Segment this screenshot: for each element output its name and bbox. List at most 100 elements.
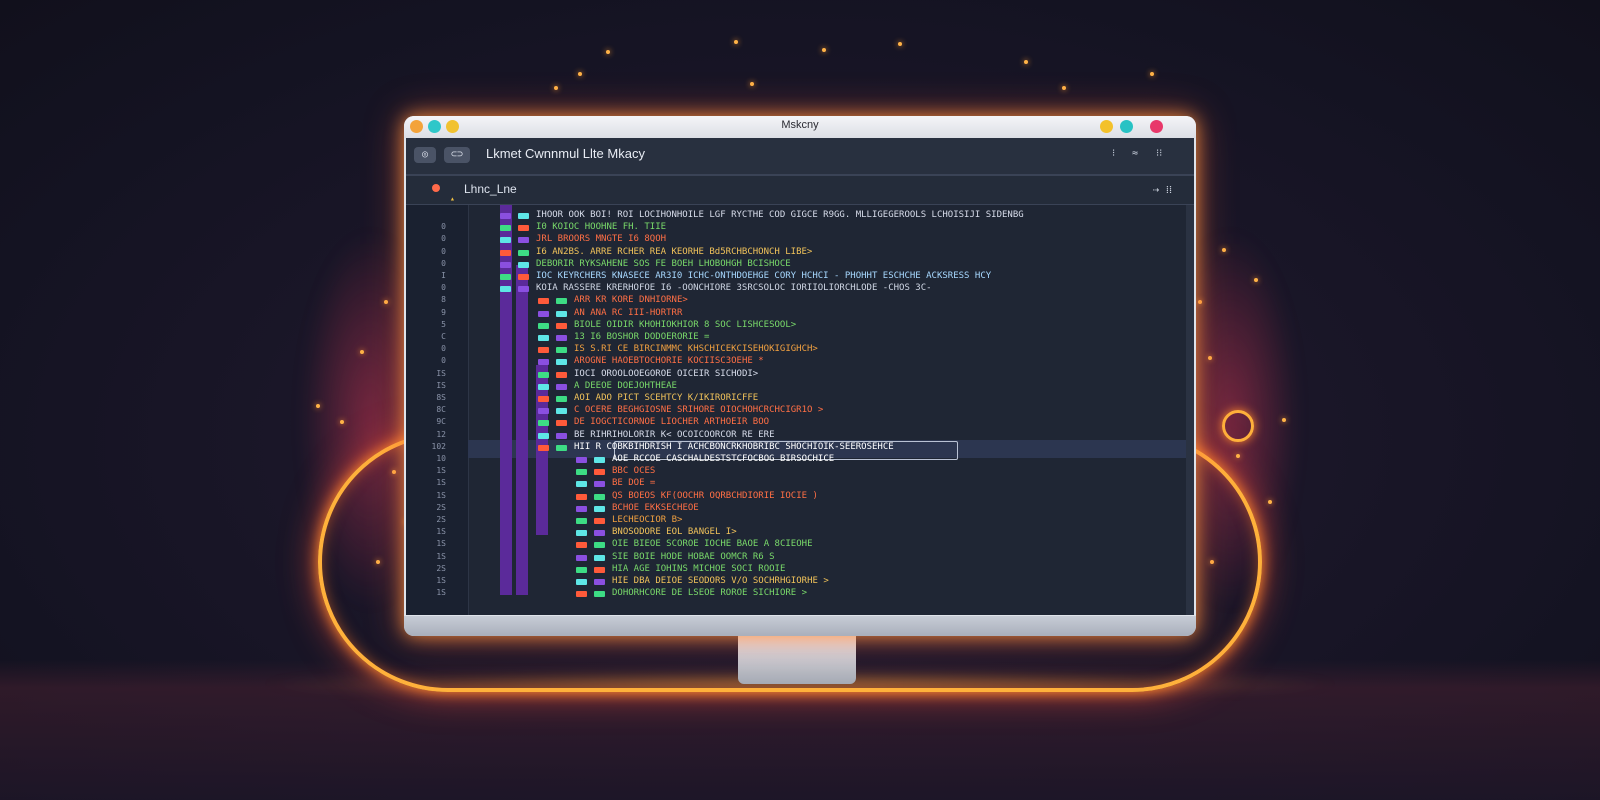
code-line[interactable]: DOHORHCORE DE LSEOE ROROE SICHIORE > [612,588,807,598]
spark-particle [1062,86,1066,90]
code-line[interactable]: AOI ADO PICT SCEHTCY K/IKIRORICFFE [574,393,758,403]
token-chip [538,432,549,439]
token-chip [538,298,549,305]
line-number: 0 [441,283,446,293]
token-chip [556,444,567,451]
indent-guide [516,265,528,595]
spark-particle [1208,356,1212,360]
line-number: 1S [436,551,446,561]
code-line[interactable]: KOIA RASSERE KRERHOFOE I6 -OONCHIORE 3SR… [536,283,932,293]
token-chip [500,225,511,232]
code-line[interactable]: I0 KOIOC HOOHNE FH. TIIE [536,222,666,232]
code-line[interactable]: 13 I6 BOSHOR DODOERORIE = [574,332,709,342]
toolbar-menu-icon[interactable]: ⁝ [1112,148,1115,159]
line-number: 0 [441,258,446,268]
line-number: 8 [441,295,446,305]
token-chip [518,225,529,232]
code-line[interactable]: HII R COBKBIHDRISH I ACHCBONCRKHOBRIBC S… [574,442,894,452]
tab-file[interactable]: Lhnc_Lne [464,182,517,196]
code-line[interactable]: BIOLE OIDIR KHOHIOKHIOR 8 SOC LISHCESOOL… [574,320,796,330]
token-chip [556,347,567,354]
line-number: 2S [436,515,446,524]
token-chip [594,457,605,463]
code-line[interactable]: BNOSODORE EOL BANGEL I> [612,527,737,537]
token-chip [518,274,529,280]
code-line[interactable]: I6 AN2BS. ARRE RCHER REA KEORHE Bd5RCHBC… [536,247,812,257]
toolbar: ◎ ⊂⊃ Lkmet Cwnnmul Llte Mkacy ⁝ ≈ ⁝⁝ [406,138,1194,176]
code-line[interactable]: IS S.RI CE BIRCINMMC KHSCHICEKCISEHOKIGI… [574,344,818,354]
token-chip [500,249,511,256]
line-number: 8S [436,393,446,402]
token-chip [538,322,549,329]
spark-particle [898,42,902,46]
token-chip [576,566,587,573]
token-chip [594,579,605,585]
right-dot-yellow-icon[interactable] [1100,120,1113,133]
token-chip [556,408,567,415]
window-titlebar: Mskcny [404,116,1196,138]
token-chip [518,261,529,268]
code-line[interactable]: LECHEOCIOR B> [612,515,682,525]
token-chip [500,274,511,280]
toolbar-wave-icon[interactable]: ≈ [1132,148,1138,159]
toolbar-grid-icon[interactable]: ⁝⁝ [1156,148,1162,159]
code-line[interactable]: C OCERE BEGHGIOSNE SRIHORE OIOCHOHCRCHCI… [574,405,823,415]
token-chip [576,457,587,463]
forward-button[interactable]: ⊂⊃ [444,147,470,163]
line-number: 0 [441,222,446,232]
code-line[interactable]: JRL BROORS MNGTE I6 8QOH [536,234,666,244]
code-line[interactable]: SIE BOIE HODE HOBAE OOMCR R6 S [612,552,775,562]
code-line[interactable]: DEBORIR RYKSAHENE SOS FE BOEH LHOBOHGH B… [536,259,791,269]
code-line[interactable]: A DEEOE DOEJOHTHEAE [574,381,677,391]
spark-particle [1282,418,1286,422]
vertical-scrollbar[interactable] [1186,205,1194,615]
tab-tools-icon[interactable]: ⇢ ⁞⁞ [1153,183,1172,196]
monitor: Mskcny ◎ ⊂⊃ Lkmet Cwnnmul Llte Mkacy ⁝ ≈… [404,116,1196,636]
line-number: IS [436,368,446,378]
line-number: 0 [441,234,446,244]
code-line[interactable]: HIA AGE IOHINS MICHOE SOCI ROOIE [612,564,785,574]
line-number: C [441,332,446,341]
token-chip [556,359,567,366]
right-dot-pink-icon[interactable] [1150,120,1163,133]
line-number: 9 [441,307,446,317]
code-editor[interactable]: 0 0 0 0 I 0 8 9 5 C 0 0 IS IS 8S 8C 9C 12 102 10 1S 1S 1S 2S 2S 1… [406,205,1194,615]
code-line[interactable]: IHOOR OOK BOI! ROI LOCIHONHOILE LGF RYCT… [536,210,1024,220]
code-line[interactable]: AN ANA RC III-HORTRR [574,308,682,318]
code-line[interactable]: ARR KR KORE DNHIORNE> [574,295,688,305]
window-title: Mskcny [781,119,819,131]
code-line[interactable]: IOCI OROOLOOEGOROE OICEIR SICHODI> [574,369,758,379]
code-line[interactable]: BE DOE = [612,478,655,488]
token-chip [538,383,549,390]
right-dot-cyan-icon[interactable] [1120,120,1133,133]
code-line[interactable]: DE IOGCTICORNOE LIOCHER ARTHOEIR BOO [574,417,769,427]
token-chip [594,481,605,488]
spark-particle [384,300,388,304]
token-chip [576,518,587,524]
spark-particle [1268,500,1272,504]
line-number: 9C [436,417,446,427]
code-line[interactable]: IOC KEYRCHERS KNASECE AR3I0 ICHC-ONTHDOE… [536,271,991,281]
spark-particle [1198,300,1202,304]
token-chip [538,310,549,317]
code-line[interactable]: BBC OCES [612,466,655,476]
code-line[interactable]: HIE DBA DEIOE SEODORS V/O SOCHRHGIORHE > [612,576,829,586]
token-chip [594,591,605,598]
spark-particle [554,86,558,90]
line-number: 1S [436,576,446,585]
token-chip [556,298,567,305]
token-chip [538,359,549,366]
spark-particle [1024,60,1028,64]
code-line[interactable]: QS BOEOS KF(OOCHR OQRBCHDIORIE IOCIE ) [612,491,818,501]
back-button[interactable]: ◎ [414,147,436,163]
spark-particle [340,420,344,424]
code-line[interactable]: OIE BIEOE SCOROE IOCHE BAOE A 8CIEOHE [612,539,812,549]
token-chip [538,444,549,451]
token-chip [576,493,587,500]
line-number: 8C [436,405,446,415]
code-line[interactable]: BCHOE EKKSECHEOE [612,503,699,513]
code-line[interactable]: BE RIHRIHOLORIR K< OCOICOORCOR RE ERE [574,430,774,440]
code-line[interactable]: AOE RCCOE CASCHALDESTSTCFOCBOG BIRSOCHIC… [612,454,834,464]
code-line[interactable]: AROGNE HAOEBTOCHORIE KOCIISC3OEHE * [574,356,764,366]
spark-particle [1150,72,1154,76]
